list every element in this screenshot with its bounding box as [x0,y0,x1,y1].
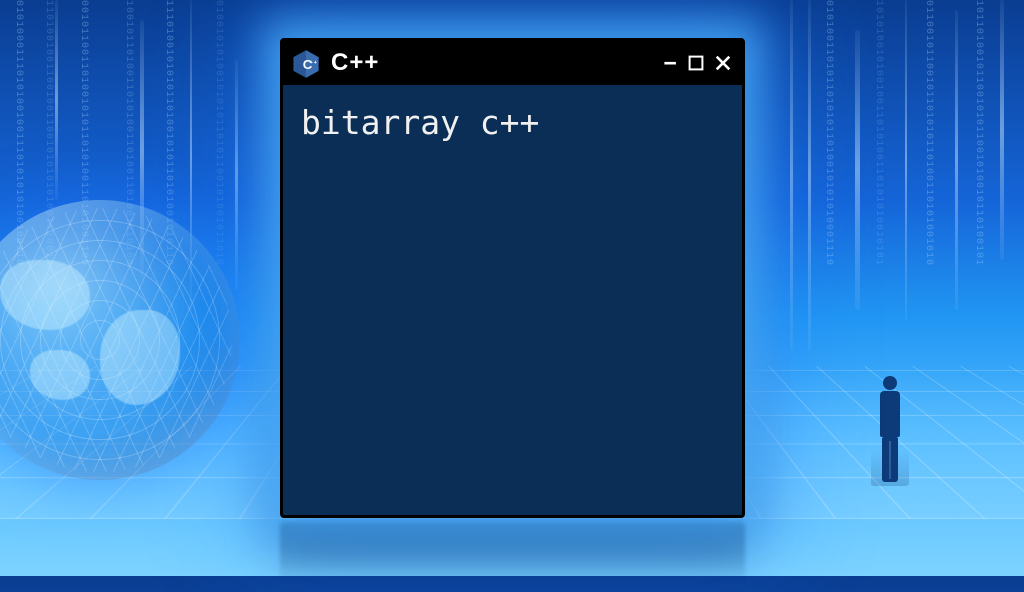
minimize-icon[interactable]: – [662,50,678,76]
close-icon[interactable] [714,54,732,72]
window-controls: – [662,50,732,76]
terminal-text: bitarray c++ [301,103,539,142]
terminal-window: C + + C++ – bitarray c++ [280,38,745,518]
svg-text:+: + [310,60,313,66]
silhouette-figure [871,376,909,486]
maximize-icon[interactable] [688,55,704,71]
window-reflection [280,522,745,592]
window-title: C++ [331,49,652,77]
title-bar[interactable]: C + + C++ – [283,41,742,85]
svg-text:+: + [314,60,317,66]
terminal-body[interactable]: bitarray c++ [283,85,742,515]
cpp-hexagon-icon: C + + [291,49,321,77]
